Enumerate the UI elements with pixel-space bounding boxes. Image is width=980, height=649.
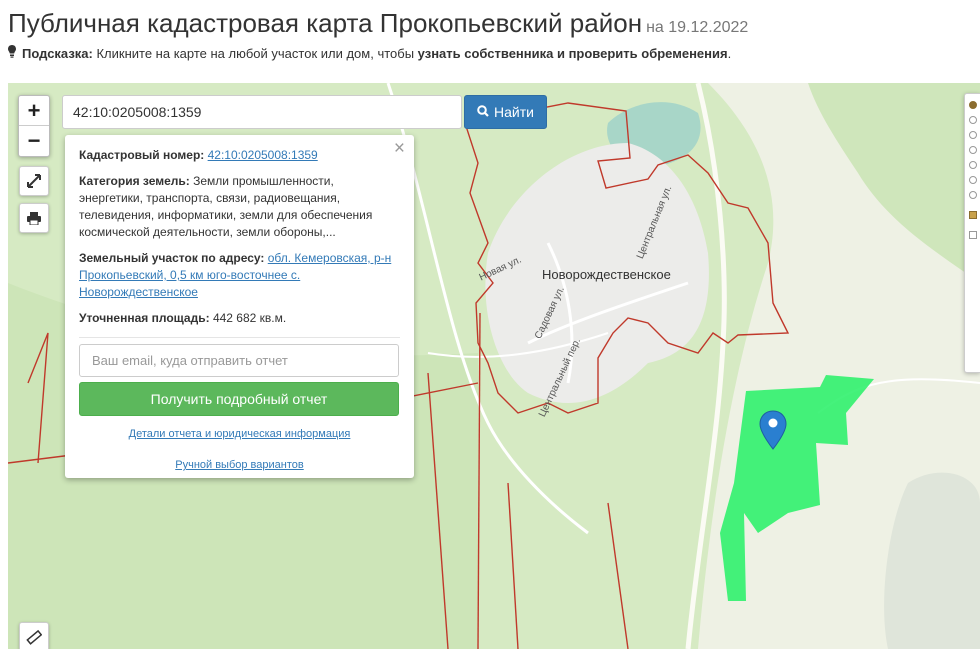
page-date: на 19.12.2022 [646, 19, 749, 36]
search-icon [477, 104, 489, 120]
search-button[interactable]: Найти [464, 95, 547, 129]
search-button-label: Найти [494, 104, 534, 120]
area-label: Уточненная площадь: [79, 311, 210, 325]
layer-radio[interactable] [969, 101, 977, 109]
page-header: Публичная кадастровая карта Прокопьевски… [8, 6, 968, 45]
cadastral-map[interactable]: + − Найти Новорождественское Новая ул. С… [8, 83, 980, 649]
land-category-row: Категория земель: Земли промышленности, … [79, 173, 400, 241]
layer-radio[interactable] [969, 161, 977, 169]
email-field[interactable] [79, 344, 399, 377]
get-report-button[interactable]: Получить подробный отчет [79, 382, 399, 416]
print-button[interactable] [19, 203, 49, 233]
close-icon[interactable]: × [394, 139, 405, 158]
town-label: Новорождественское [542, 267, 671, 282]
page-title: Публичная кадастровая карта Прокопьевски… [8, 8, 749, 38]
hint-end: . [727, 46, 732, 61]
layer-radio[interactable] [969, 116, 977, 124]
layer-checkbox[interactable] [969, 231, 977, 239]
cadastral-number-link[interactable]: 42:10:0205008:1359 [208, 148, 318, 162]
area-value: 442 682 кв.м. [212, 311, 287, 325]
report-details-link[interactable]: Детали отчета и юридическая информация [129, 428, 351, 440]
layer-checkbox[interactable] [969, 211, 977, 219]
category-label: Категория земель: [79, 174, 190, 188]
zoom-control: + − [18, 95, 50, 157]
lightbulb-icon [8, 45, 16, 61]
layer-radio[interactable] [969, 131, 977, 139]
details-link-row: Детали отчета и юридическая информация [79, 426, 400, 443]
manual-link-row: Ручной выбор вариантов [79, 457, 400, 474]
hint-text: Кликните на карте на любой участок или д… [96, 46, 415, 61]
area-row: Уточненная площадь: 442 682 кв.м. [79, 310, 400, 327]
zoom-out-button[interactable]: − [19, 126, 49, 156]
hint-bold-text: узнать собственника и проверить обремене… [417, 46, 728, 61]
printer-icon [27, 208, 41, 230]
layer-radio[interactable] [969, 191, 977, 199]
parcel-info-popup: × Кадастровый номер: 42:10:0205008:1359 … [65, 135, 414, 478]
hint-line: Подсказка: Кликните на карте на любой уч… [8, 45, 731, 61]
ruler-icon [26, 628, 43, 649]
cadastral-label: Кадастровый номер: [79, 148, 205, 162]
cadastral-number-row: Кадастровый номер: 42:10:0205008:1359 [79, 147, 400, 164]
ruler-button[interactable] [19, 622, 49, 649]
fullscreen-button[interactable] [19, 166, 49, 196]
address-row: Земельный участок по адресу: обл. Кемеро… [79, 250, 400, 301]
manual-selection-link[interactable]: Ручной выбор вариантов [175, 459, 303, 471]
layer-radio[interactable] [969, 176, 977, 184]
zoom-in-button[interactable]: + [19, 96, 49, 126]
layer-radio[interactable] [969, 146, 977, 154]
expand-icon [27, 171, 41, 193]
cadastral-search-input[interactable] [62, 95, 462, 129]
hint-label: Подсказка: [22, 46, 93, 61]
address-label: Земельный участок по адресу: [79, 251, 265, 265]
layer-switcher[interactable] [964, 93, 980, 373]
popup-divider [79, 337, 400, 338]
